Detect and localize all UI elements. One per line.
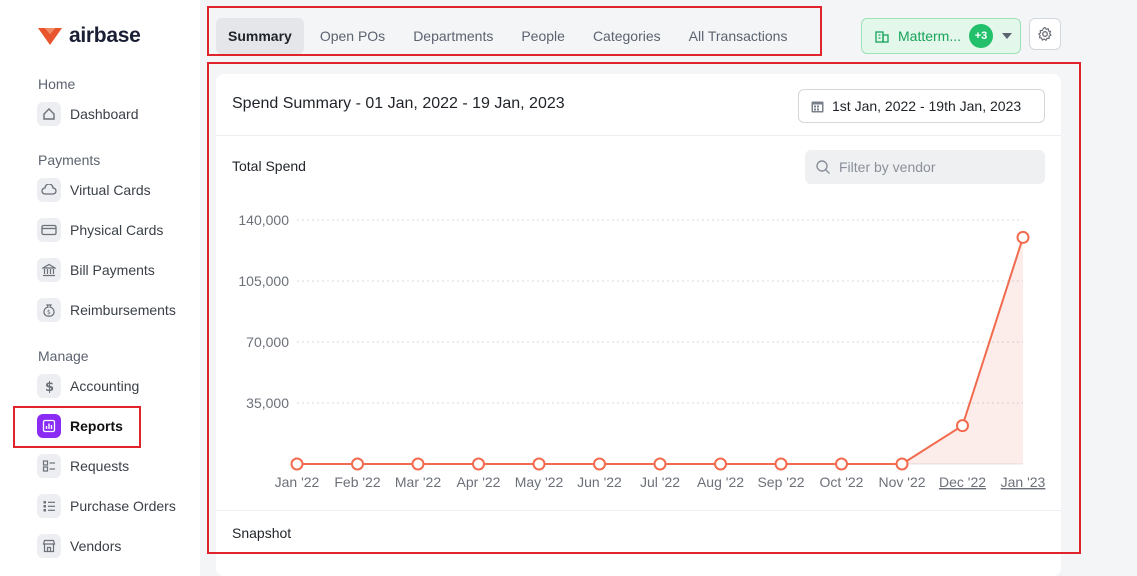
highlight-box-card (207, 62, 1081, 554)
highlight-box-tabs (207, 6, 822, 56)
highlight-box-reports (13, 406, 141, 448)
